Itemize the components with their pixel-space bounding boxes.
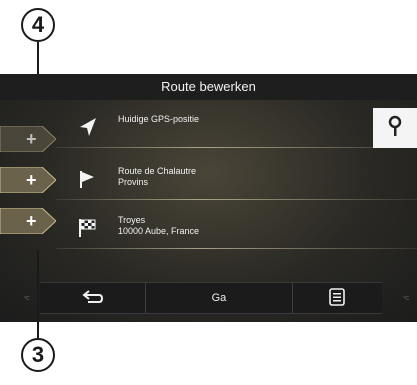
route-row-destination-text: Troyes 10000 Aube, France [118,215,199,237]
waypoint-city: Provins [118,177,149,187]
callout-4: 4 [21,8,55,42]
back-button[interactable] [40,283,147,313]
waypoint-street: Route de Chalautre [118,166,197,176]
destination-city: Troyes [118,215,146,225]
add-stop-button-1[interactable]: + [0,126,56,152]
add-icon: + [26,129,37,149]
bottom-bar: Ga [40,282,382,314]
route-row-start[interactable]: Huidige GPS-positie [56,108,417,148]
go-button[interactable]: Ga [146,283,293,313]
menu-button[interactable] [293,283,382,313]
callout-3-number: 3 [31,342,45,367]
callout-4-number: 4 [31,12,45,37]
route-row-start-text: Huidige GPS-positie [118,114,199,125]
map-pin-icon [387,115,403,142]
add-stop-button-2[interactable]: + [0,167,56,193]
start-name: Huidige GPS-positie [118,114,200,124]
right-temp-mark: °C [403,296,409,302]
flag-icon [76,168,98,190]
left-temp-mark: °C [24,296,30,302]
route-row-waypoint[interactable]: Route de Chalautre Provins [56,160,417,200]
add-icon: + [26,170,37,190]
menu-icon [329,287,346,309]
row-divider [56,199,417,200]
callout-3-leader [37,250,39,338]
destination-region: 10000 Aube, France [118,226,200,236]
row-divider [56,248,417,249]
map-pin-button[interactable] [373,108,417,148]
route-row-waypoint-text: Route de Chalautre Provins [118,166,196,188]
go-label: Ga [211,292,227,304]
navigation-arrow-icon [76,116,98,138]
add-icon: + [26,211,37,231]
row-divider [56,147,417,148]
screen-title: Route bewerken [0,74,417,100]
add-stop-button-3[interactable]: + [0,208,56,234]
route-edit-screen: Route bewerken + + + Huidige GPS-positie [0,74,417,322]
callout-3: 3 [21,338,55,372]
checkered-flag-icon [76,217,98,239]
route-row-destination[interactable]: Troyes 10000 Aube, France [56,209,417,249]
back-arrow-icon [82,289,104,307]
